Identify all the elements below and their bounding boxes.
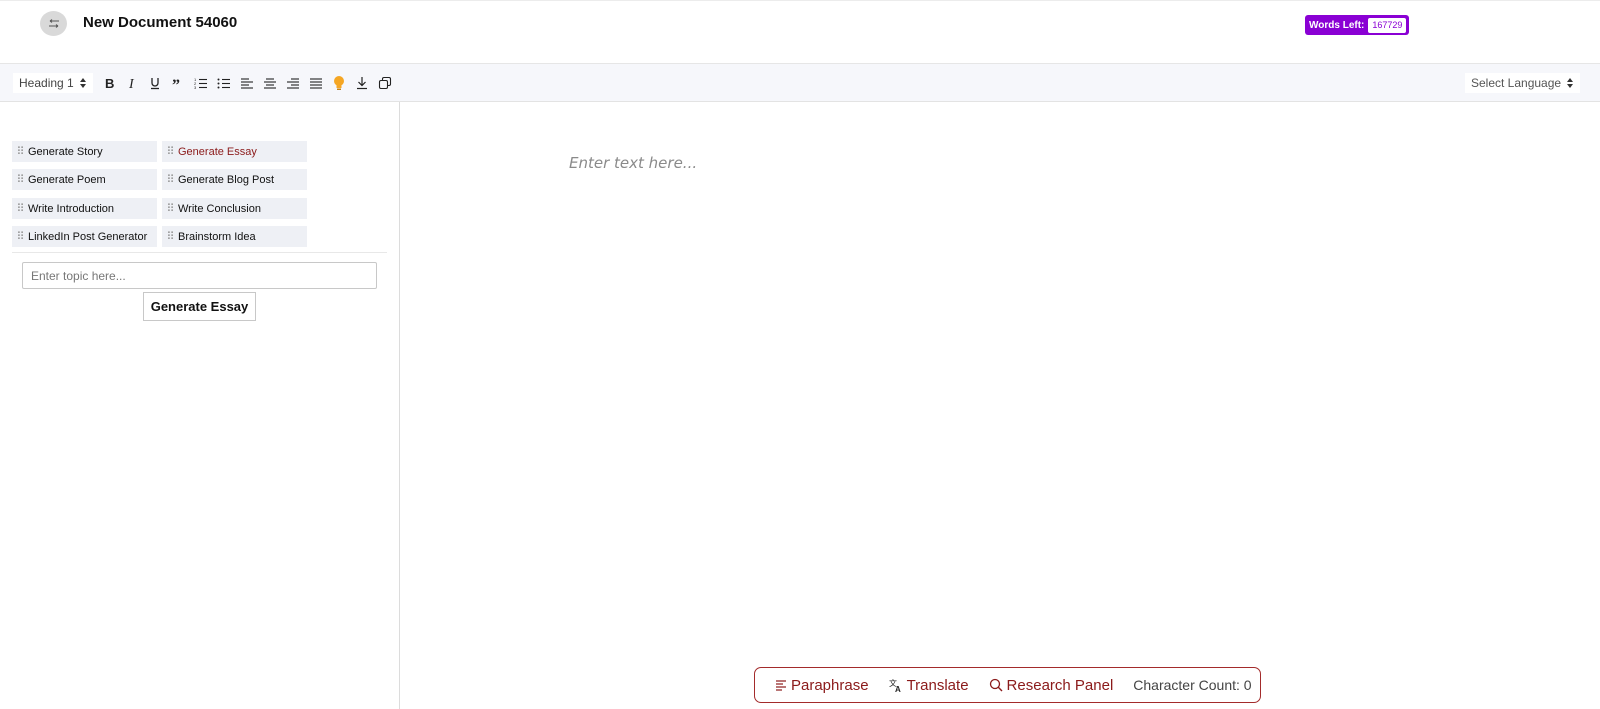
align-center-icon: [264, 78, 276, 89]
tool-label: Generate Poem: [28, 173, 106, 186]
document-title[interactable]: New Document 54060: [83, 14, 237, 31]
bullet-list-icon: [217, 78, 230, 89]
svg-text:3: 3: [194, 85, 197, 90]
copy-icon: [378, 76, 392, 90]
underline-button[interactable]: [145, 73, 165, 93]
tool-label: Generate Essay: [178, 145, 257, 158]
tool-label: Write Introduction: [28, 202, 115, 215]
svg-text:”: ”: [172, 77, 180, 90]
quote-icon: ”: [172, 77, 180, 90]
translate-label: Translate: [906, 676, 969, 694]
tool-linkedin-post-generator[interactable]: ⠿ LinkedIn Post Generator: [12, 226, 157, 247]
tool-label: Write Conclusion: [178, 202, 261, 215]
translate-button[interactable]: 文A Translate: [889, 677, 969, 694]
align-justify-button[interactable]: [306, 73, 326, 93]
back-button[interactable]: [40, 11, 67, 36]
bottom-action-bar: Paraphrase 文A Translate Research Panel C…: [754, 667, 1261, 703]
select-arrows-icon: [1567, 78, 1574, 88]
svg-text:A: A: [895, 685, 901, 692]
tool-write-conclusion[interactable]: ⠿ Write Conclusion: [162, 198, 307, 219]
research-panel-button[interactable]: Research Panel: [989, 676, 1114, 694]
ai-tools-panel: ⠿ Generate Story ⠿ Generate Essay ⠿ Gene…: [0, 102, 400, 709]
translate-icon: 文A: [889, 678, 901, 692]
heading-select-value: Heading 1: [19, 76, 74, 90]
quote-button[interactable]: ”: [168, 73, 188, 93]
svg-text:I: I: [128, 77, 135, 90]
drag-handle-icon[interactable]: ⠿: [12, 173, 28, 186]
drag-handle-icon[interactable]: ⠿: [12, 145, 28, 158]
download-button[interactable]: [352, 73, 372, 93]
download-icon: [357, 77, 367, 90]
tool-generate-story[interactable]: ⠿ Generate Story: [12, 141, 157, 162]
svg-text:B: B: [105, 76, 114, 90]
tool-brainstorm-idea[interactable]: ⠿ Brainstorm Idea: [162, 226, 307, 247]
align-left-icon: [241, 78, 253, 89]
header: New Document 54060 Words Left: 167729: [0, 0, 1600, 64]
language-select-value: Select Language: [1471, 76, 1562, 90]
research-panel-label: Research Panel: [1006, 676, 1114, 694]
drag-handle-icon[interactable]: ⠿: [12, 202, 28, 215]
idea-button[interactable]: [329, 73, 349, 93]
drag-handle-icon[interactable]: ⠿: [162, 202, 178, 215]
editor-placeholder: Enter text here...: [569, 154, 698, 172]
paraphrase-button[interactable]: Paraphrase: [775, 677, 869, 694]
tool-generate-essay[interactable]: ⠿ Generate Essay: [162, 141, 307, 162]
italic-icon: I: [128, 77, 135, 90]
formatting-toolbar: Heading 1 B I ” 123 Select Language: [0, 64, 1600, 102]
align-right-icon: [287, 78, 299, 89]
tool-label: LinkedIn Post Generator: [28, 230, 148, 243]
ordered-list-button[interactable]: 123: [191, 73, 211, 93]
search-icon: [989, 678, 1003, 692]
copy-button[interactable]: [375, 73, 395, 93]
italic-button[interactable]: I: [122, 73, 142, 93]
tool-generate-blog-post[interactable]: ⠿ Generate Blog Post: [162, 169, 307, 190]
ordered-list-icon: 123: [194, 77, 207, 90]
align-right-button[interactable]: [283, 73, 303, 93]
bold-button[interactable]: B: [99, 73, 119, 93]
bold-icon: B: [105, 76, 114, 90]
topic-input[interactable]: [22, 262, 377, 289]
align-center-button[interactable]: [260, 73, 280, 93]
paraphrase-icon: [776, 680, 786, 691]
drag-handle-icon[interactable]: ⠿: [162, 173, 178, 186]
drag-handle-icon[interactable]: ⠿: [162, 230, 178, 243]
tool-write-introduction[interactable]: ⠿ Write Introduction: [12, 198, 157, 219]
words-left-badge: Words Left: 167729: [1305, 15, 1410, 35]
drag-handle-icon[interactable]: ⠿: [12, 230, 28, 243]
tool-generate-poem[interactable]: ⠿ Generate Poem: [12, 169, 157, 190]
tool-label: Generate Story: [28, 145, 103, 158]
paraphrase-label: Paraphrase: [791, 676, 869, 694]
words-left-count: 167729: [1368, 17, 1407, 33]
drag-handle-icon[interactable]: ⠿: [162, 145, 178, 158]
underline-icon: [151, 78, 159, 90]
heading-select[interactable]: Heading 1: [13, 73, 93, 93]
tool-label: Brainstorm Idea: [178, 230, 256, 243]
select-arrows-icon: [79, 78, 87, 88]
lightbulb-icon: [334, 76, 344, 90]
text-editor[interactable]: Enter text here...: [401, 102, 1600, 709]
align-left-button[interactable]: [237, 73, 257, 93]
language-select[interactable]: Select Language: [1465, 73, 1581, 93]
return-arrow-icon: [48, 18, 59, 28]
bullet-list-button[interactable]: [214, 73, 234, 93]
tool-label: Generate Blog Post: [178, 173, 275, 186]
divider: [12, 252, 387, 253]
align-justify-icon: [310, 78, 322, 89]
words-left-label: Words Left:: [1309, 19, 1365, 31]
character-count: Character Count: 0: [1133, 677, 1252, 693]
generate-essay-button[interactable]: Generate Essay: [143, 292, 256, 321]
